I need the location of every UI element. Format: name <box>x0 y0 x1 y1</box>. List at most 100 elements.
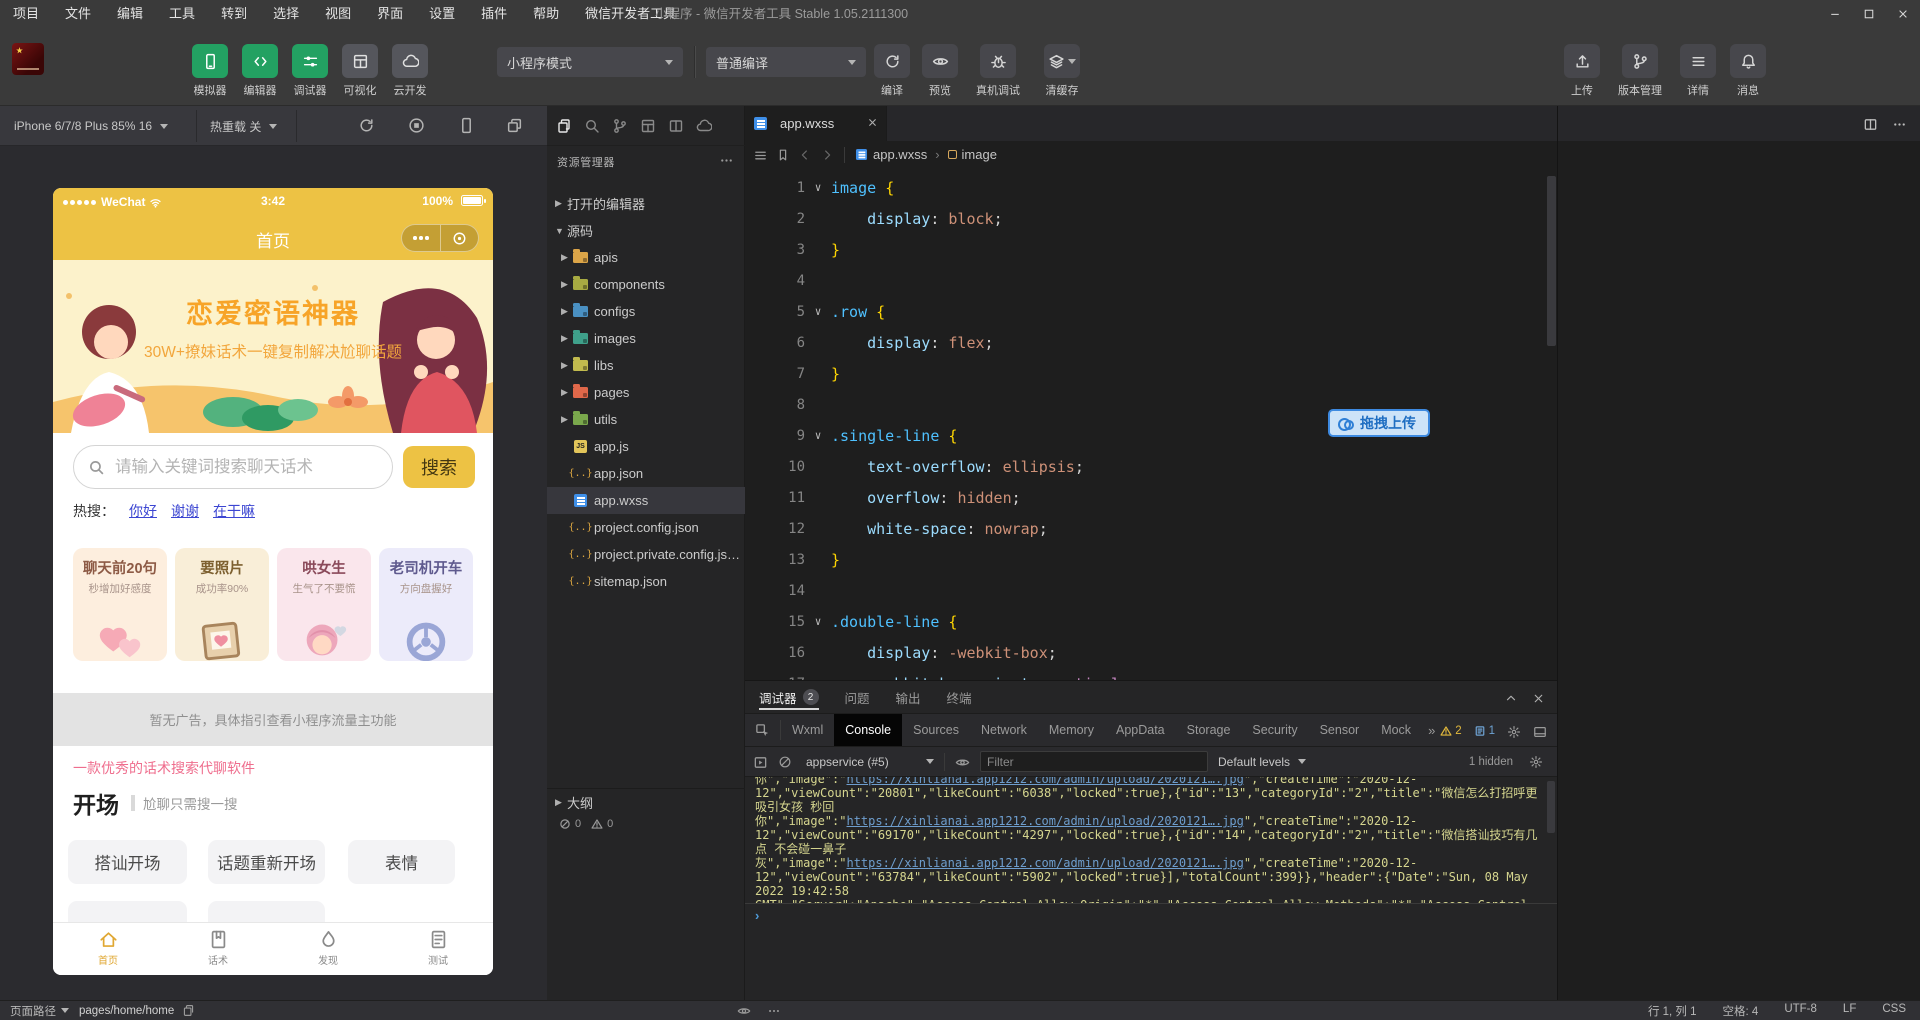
tree-section-源码[interactable]: ▼ 源码 <box>547 217 745 244</box>
console-prompt[interactable]: › <box>745 903 1557 927</box>
warning-count[interactable]: 2 <box>1440 725 1462 737</box>
collapse-icon[interactable] <box>1504 689 1518 705</box>
panel-tab-输出[interactable]: 输出 <box>896 681 921 713</box>
tree-item-libs[interactable]: ▶ libs <box>547 352 745 379</box>
devtools-tab-Sensor[interactable]: Sensor <box>1309 714 1371 746</box>
stop-icon[interactable] <box>408 117 425 134</box>
menu-item-5[interactable]: 选择 <box>260 0 312 28</box>
device-select[interactable]: iPhone 6/7/8 Plus 85% 16 <box>14 106 169 146</box>
menu-item-7[interactable]: 界面 <box>364 0 416 28</box>
breadcrumb-file[interactable]: app.wxss <box>855 147 927 162</box>
fold-chevron-icon[interactable]: ∨ <box>805 615 831 628</box>
tree-item-pages[interactable]: ▶ pages <box>547 379 745 406</box>
more-icon[interactable] <box>719 152 734 168</box>
menu-item-0[interactable]: 项目 <box>0 0 52 28</box>
problems-indicator[interactable]: 0 0 <box>559 818 613 830</box>
devtools-tab-Network[interactable]: Network <box>970 714 1038 746</box>
chip-1[interactable]: 话题重新开场 <box>208 840 325 884</box>
hot-reload-toggle[interactable]: 热重载 关 <box>210 106 278 146</box>
phone-tab-发现[interactable]: 发现 <box>273 923 383 975</box>
outline-list-icon[interactable] <box>753 146 768 162</box>
drag-upload-button[interactable]: 拖拽上传 <box>1328 409 1430 437</box>
mode-select[interactable]: 小程序模式 <box>497 47 683 77</box>
devtools-tab-Memory[interactable]: Memory <box>1038 714 1105 746</box>
toolbar-button-清缓存[interactable]: 清缓存 <box>1036 44 1088 98</box>
status-item-3[interactable]: LF <box>1843 1003 1856 1019</box>
toolbar-button-云开发[interactable]: 云开发 <box>392 44 428 98</box>
menu-item-6[interactable]: 视图 <box>312 0 364 28</box>
banner[interactable]: 恋爱密语神器 30W+撩妹话术一键复制解决尬聊话题 <box>53 260 493 433</box>
devtools-settings-icon[interactable] <box>1507 723 1521 739</box>
maximize-button[interactable] <box>1852 0 1886 28</box>
tree-item-app.json[interactable]: {..} app.json <box>547 460 745 487</box>
close-icon[interactable] <box>1532 689 1545 704</box>
inspect-element-icon[interactable] <box>745 720 781 740</box>
console-link[interactable]: https://xinlianai.app1212.com/admin/uplo… <box>846 814 1243 828</box>
hidden-count-label[interactable]: 1 hidden <box>1469 756 1513 768</box>
tree-section-打开的编辑器[interactable]: ▶ 打开的编辑器 <box>547 190 745 217</box>
eval-context-icon[interactable] <box>753 753 768 769</box>
console-filter-input[interactable] <box>980 751 1208 772</box>
minimize-button[interactable] <box>1818 0 1852 28</box>
devtools-tab-AppData[interactable]: AppData <box>1105 714 1176 746</box>
grid-icon[interactable] <box>640 117 656 134</box>
bookmark-icon[interactable] <box>776 147 790 163</box>
tree-item-project.private.config.js…[interactable]: {..} project.private.config.js… <box>547 541 745 568</box>
split-editor-icon[interactable] <box>1863 115 1878 131</box>
cloud-icon[interactable] <box>696 117 712 134</box>
tree-item-app.wxss[interactable]: app.wxss <box>547 487 745 514</box>
toolbar-button-可视化[interactable]: 可视化 <box>342 44 378 98</box>
category-card-3[interactable]: 老司机开车 方向盘握好 <box>379 548 473 661</box>
devtools-tab-Security[interactable]: Security <box>1241 714 1308 746</box>
branch-icon[interactable] <box>612 117 628 134</box>
nav-back-icon[interactable] <box>798 147 812 163</box>
fold-chevron-icon[interactable]: ∨ <box>805 305 831 318</box>
toolbar-button-真机调试[interactable]: 真机调试 <box>968 44 1028 98</box>
preview-eye-icon[interactable] <box>737 1004 751 1018</box>
chip-2[interactable]: 表情 <box>348 840 455 884</box>
console-settings-icon[interactable] <box>1529 754 1543 770</box>
fold-chevron-icon[interactable]: ∨ <box>805 429 831 442</box>
search-icon[interactable] <box>584 117 600 134</box>
tree-item-configs[interactable]: ▶ configs <box>547 298 745 325</box>
console-output[interactable]: 你","image":"https://xinlianai.app1212.co… <box>745 777 1545 903</box>
fold-chevron-icon[interactable]: ∨ <box>805 181 831 194</box>
more-actions-icon[interactable] <box>1892 115 1907 131</box>
log-levels-select[interactable]: Default levels <box>1218 755 1307 769</box>
panel-tab-终端[interactable]: 终端 <box>947 681 972 713</box>
tree-item-utils[interactable]: ▶ utils <box>547 406 745 433</box>
page-path-value[interactable]: pages/home/home <box>79 1005 174 1017</box>
menu-item-2[interactable]: 编辑 <box>104 0 156 28</box>
exit-target-icon[interactable] <box>439 225 479 251</box>
devtools-tab-Console[interactable]: Console <box>834 714 903 746</box>
tree-item-project.config.json[interactable]: {..} project.config.json <box>547 514 745 541</box>
devtools-tab-Wxml[interactable]: Wxml <box>781 714 834 746</box>
user-avatar[interactable] <box>12 43 44 75</box>
phone-tab-测试[interactable]: 测试 <box>383 923 493 975</box>
outline-section[interactable]: ▶ 大纲 <box>547 788 745 815</box>
toolbar-button-模拟器[interactable]: 模拟器 <box>192 44 228 98</box>
menu-item-1[interactable]: 文件 <box>52 0 104 28</box>
category-card-0[interactable]: 聊天前20句 秒增加好感度 <box>73 548 167 661</box>
tab-app-wxss[interactable]: app.wxss <box>745 106 887 141</box>
page-path-select[interactable]: 页面路径 <box>10 1003 69 1019</box>
copyfiles-icon[interactable] <box>556 117 572 134</box>
toolbar-button-编译[interactable]: 编译 <box>872 44 912 98</box>
overflow-tabs-icon[interactable]: » <box>1422 723 1441 738</box>
multi-window-icon[interactable] <box>506 117 523 134</box>
phone-tab-首页[interactable]: 首页 <box>53 923 163 975</box>
hot-search-link-2[interactable]: 在干嘛 <box>213 501 255 521</box>
menu-item-8[interactable]: 设置 <box>416 0 468 28</box>
console-link[interactable]: https://xinlianai.app1212.com/admin/uplo… <box>846 856 1243 870</box>
panel-tab-问题[interactable]: 问题 <box>845 681 870 713</box>
editor-scrollbar[interactable] <box>1547 176 1556 346</box>
devtools-tab-Storage[interactable]: Storage <box>1176 714 1242 746</box>
code-editor[interactable]: 1 ∨ image {2 display: block; 3} 4 5 ∨ .row {6 d… <box>745 172 1557 750</box>
clear-console-icon[interactable] <box>778 754 792 770</box>
devtools-tab-Mock[interactable]: Mock <box>1370 714 1422 746</box>
more-icon[interactable] <box>767 1004 781 1018</box>
toolbar-button-预览[interactable]: 预览 <box>920 44 960 98</box>
panel-tab-调试器[interactable]: 调试器 2 <box>759 681 819 713</box>
status-item-0[interactable]: 行 1, 列 1 <box>1648 1003 1697 1019</box>
restart-icon[interactable] <box>358 117 375 134</box>
